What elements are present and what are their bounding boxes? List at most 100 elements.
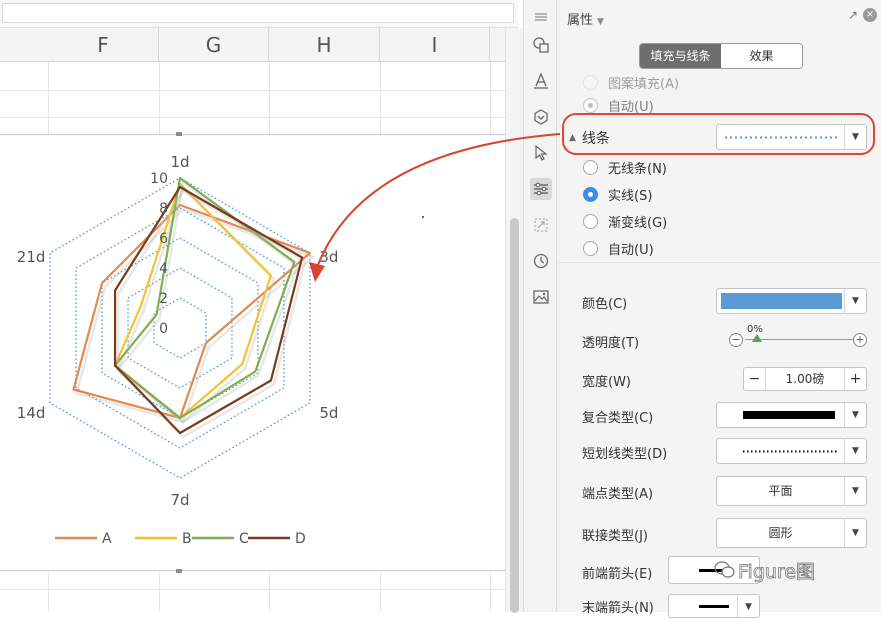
vertical-scrollbar[interactable] (505, 28, 523, 613)
color-swatch (721, 293, 842, 309)
width-decrease-button[interactable]: − (744, 368, 766, 390)
cap-type-label: 端点类型(A) (582, 487, 654, 502)
color-picker[interactable]: ▼ (716, 288, 867, 314)
history-icon[interactable] (530, 250, 552, 272)
transform-icon[interactable] (530, 214, 552, 236)
line-option-none[interactable]: 无线条(N) (583, 157, 667, 177)
axis-tick-label: 2 (159, 291, 168, 307)
column-gridline (380, 62, 381, 134)
properties-panel: 属性 ▼ ↗ × 填充与线条 效果 图案填充(A) 自动(U) ▲ 线条 ▼ 无线… (557, 0, 881, 618)
settings-sliders-icon[interactable] (530, 178, 552, 200)
axis-tick-label: 6 (159, 231, 168, 247)
chevron-down-icon[interactable]: ▼ (737, 595, 759, 617)
chevron-down-icon[interactable]: ▼ (844, 519, 866, 547)
radar-chart[interactable]: 0 2 4 6 8 10 1d 3d 5d 7d 14d 21d A B C D (0, 132, 505, 573)
begin-arrow-label: 前端箭头(E) (582, 567, 653, 582)
axis-tick-label: 8 (159, 201, 168, 217)
join-type-dropdown[interactable]: 圆形 ▼ (716, 518, 867, 548)
image-icon[interactable] (530, 286, 552, 308)
column-gridline (269, 62, 270, 134)
series-line-a (72, 203, 312, 420)
radar-gridline (127, 267, 233, 389)
chevron-down-icon[interactable]: ▼ (844, 477, 866, 505)
width-value[interactable]: 1.00磅 (766, 368, 844, 390)
radio-button-selected[interactable] (583, 186, 598, 202)
option-label: 无线条(N) (608, 161, 667, 177)
column-header-h[interactable]: H (269, 28, 380, 62)
tab-fill-and-line[interactable]: 填充与线条 (640, 44, 721, 68)
column-gridline (490, 572, 491, 612)
cap-type-dropdown[interactable]: 平面 ▼ (716, 476, 867, 506)
stray-dot (422, 216, 424, 218)
arrow-line-preview (699, 605, 729, 608)
shape-icon[interactable] (530, 34, 552, 56)
decrease-transparency-button[interactable]: − (729, 333, 743, 347)
radio-button[interactable] (583, 159, 598, 175)
width-increase-button[interactable]: + (844, 368, 866, 390)
row-gridline (0, 90, 505, 91)
chart-canvas: 0 2 4 6 8 101d 3d 5d 7d 14d 21d A B C D (17, 153, 424, 547)
category-label: 7d (170, 491, 189, 509)
radio-button[interactable] (583, 240, 598, 256)
radio-button[interactable] (583, 97, 598, 113)
tool-strip (523, 0, 557, 612)
column-headers: F G H I (0, 28, 505, 62)
category-label: 1d (170, 153, 189, 171)
highlight-ring (562, 113, 875, 155)
category-label: 5d (319, 404, 338, 422)
column-header-i[interactable]: I (380, 28, 490, 62)
transparency-slider-thumb[interactable] (752, 334, 762, 342)
column-gridline (48, 62, 49, 134)
dash-type-label: 短划线类型(D) (582, 447, 668, 462)
watermark-text: Figure图 (738, 561, 816, 584)
tab-effect[interactable]: 效果 (721, 44, 802, 68)
radio-button[interactable] (583, 213, 598, 229)
panel-tabs: 填充与线条 效果 (639, 43, 803, 69)
legend-label: D (295, 531, 306, 547)
width-label: 宽度(W) (582, 375, 631, 390)
option-label: 渐变线(G) (608, 215, 668, 231)
dash-type-dropdown[interactable]: ▼ (716, 438, 867, 464)
category-label: 14d (17, 404, 46, 422)
chevron-down-icon[interactable]: ▼ (844, 403, 866, 427)
dotted-line-preview (743, 450, 837, 453)
fill-bucket-icon[interactable] (530, 106, 552, 128)
fill-option-pattern[interactable]: 图案填充(A) (583, 72, 679, 92)
spreadsheet-area: F G H I 0 2 4 6 8 10 1d 3d 5d 7d 14d 21d A B C D (0, 0, 523, 613)
select-cursor-icon[interactable] (530, 142, 552, 164)
panel-title[interactable]: 属性 ▼ (567, 9, 604, 28)
transparency-value: 0% (747, 324, 763, 335)
expand-arrow-icon[interactable]: ↗ (848, 8, 858, 22)
column-gridline (48, 572, 49, 612)
column-gridline (159, 62, 160, 134)
increase-transparency-button[interactable]: + (853, 333, 867, 347)
chevron-down-icon[interactable]: ▼ (844, 289, 866, 313)
fill-option-auto[interactable]: 自动(U) (583, 95, 654, 115)
chevron-down-icon[interactable]: ▼ (844, 439, 866, 463)
column-header-f[interactable]: F (48, 28, 159, 62)
formula-input[interactable] (2, 3, 514, 23)
chevron-down-icon: ▼ (597, 17, 604, 27)
thick-line-preview (743, 411, 835, 419)
join-type-label: 联接类型(J) (582, 529, 648, 544)
axis-tick-label: 10 (150, 171, 168, 187)
width-stepper[interactable]: − 1.00磅 + (743, 367, 867, 391)
collapse-icon[interactable] (530, 6, 552, 28)
line-option-gradient[interactable]: 渐变线(G) (583, 211, 667, 231)
end-arrow-dropdown[interactable]: ▼ (668, 594, 760, 618)
axis-tick-label: 4 (159, 261, 168, 277)
wechat-icon (714, 561, 735, 578)
category-label: 3d (319, 248, 338, 266)
line-option-auto[interactable]: 自动(U) (583, 238, 654, 258)
close-icon[interactable]: × (863, 8, 877, 22)
text-style-icon[interactable] (530, 70, 552, 92)
scrollbar-thumb[interactable] (510, 218, 519, 613)
radio-button[interactable] (583, 74, 598, 90)
axis-tick-label: 0 (159, 321, 168, 337)
column-gridline (269, 572, 270, 612)
line-option-solid[interactable]: 实线(S) (583, 184, 652, 204)
column-header-g[interactable]: G (159, 28, 269, 62)
compound-type-dropdown[interactable]: ▼ (716, 402, 867, 428)
join-type-value: 圆形 (768, 526, 793, 540)
end-arrow-label: 末端箭头(N) (582, 601, 654, 616)
